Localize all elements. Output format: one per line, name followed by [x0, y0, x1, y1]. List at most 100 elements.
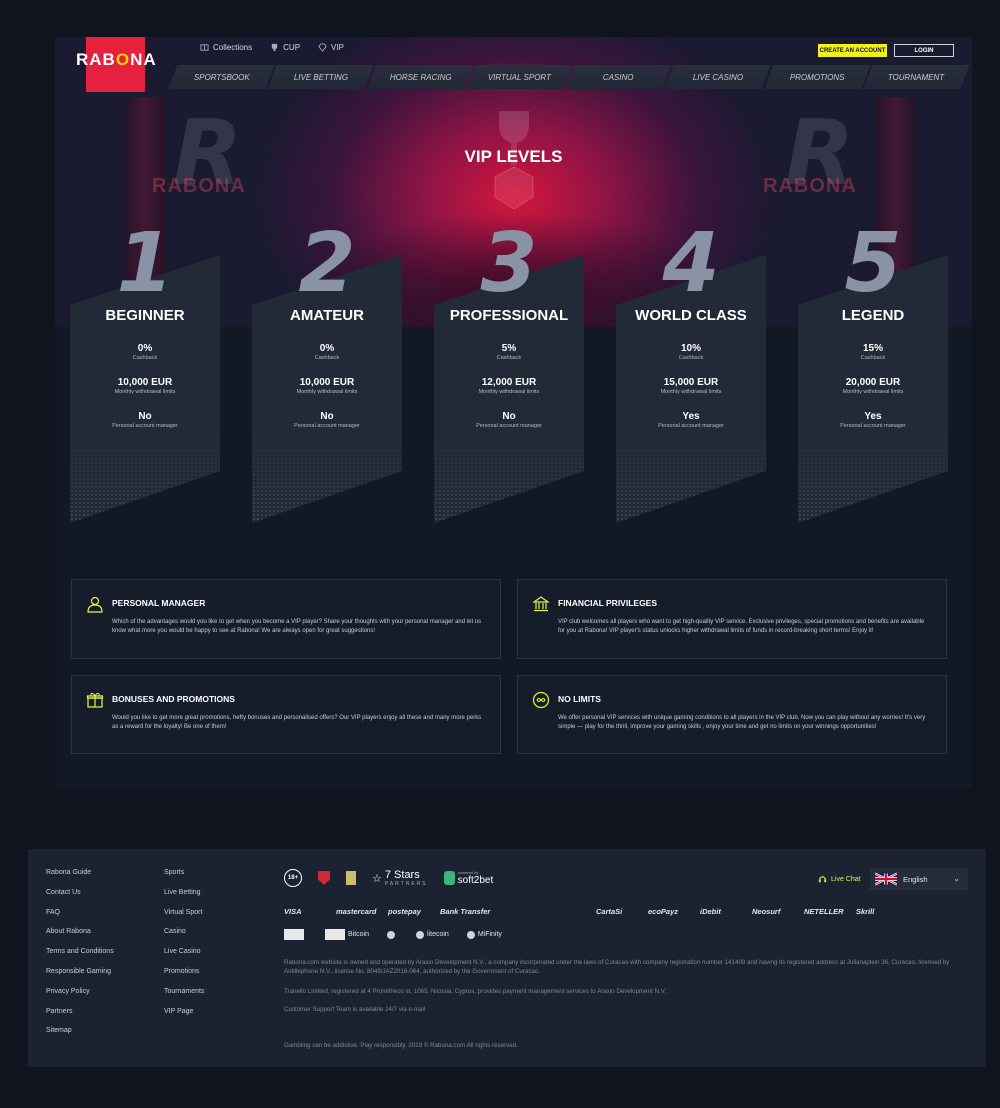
payment-logo: [284, 929, 307, 940]
payment-logo-label: MiFinity: [477, 931, 502, 938]
soft2bet-name: soft2bet: [457, 875, 494, 886]
stat-value: 15,000 EUR: [663, 377, 719, 388]
logo-text-part: NA: [130, 50, 157, 69]
nav-item[interactable]: VIRTUAL SPORT: [466, 65, 573, 89]
stat-account-manager: Yes Personal account manager: [798, 411, 948, 429]
payment-logo: mastercard: [336, 907, 377, 916]
footer-link[interactable]: Sitemap: [46, 1027, 114, 1034]
feature-body: Which of the advantages would you like t…: [112, 619, 482, 634]
chevron-down-icon: ⌄: [953, 874, 960, 883]
nav-item[interactable]: HORSE RACING: [367, 65, 474, 89]
feature-panel: PERSONAL MANAGER Which of the advantages…: [71, 579, 501, 659]
gift-icon: [86, 692, 104, 708]
payment-logo-icon: [284, 929, 304, 940]
language-select[interactable]: English ⌄: [870, 868, 968, 890]
top-link-label: CUP: [283, 43, 301, 52]
stat-value: 5%: [501, 343, 517, 354]
footer-link[interactable]: VIP Page: [164, 1008, 204, 1015]
footer-link[interactable]: Tournaments: [164, 988, 204, 995]
stat-value: No: [502, 411, 516, 422]
level-number: 1: [70, 223, 220, 305]
stat-value: 0%: [137, 343, 153, 354]
top-link-cup[interactable]: CUP: [270, 43, 300, 52]
nav-item-label: TOURNAMENT: [888, 72, 945, 82]
create-account-button[interactable]: CREATE AN ACCOUNT: [818, 44, 887, 57]
cup-icon: [271, 43, 278, 52]
payment-logo-icon: [387, 930, 396, 939]
top-link-label: Collections: [213, 43, 253, 52]
level-card: 3 PROFESSIONAL 5% Cashback 12,000 EUR Mont…: [434, 223, 584, 523]
level-card: 1 BEGINNER 0% Cashback 10,000 EUR Monthly …: [70, 223, 220, 523]
nav-item-label: LIVE BETTING: [293, 72, 348, 82]
stat-account-manager: No Personal account manager: [434, 411, 584, 429]
footer-link[interactable]: About Rabona: [46, 928, 114, 935]
stat-value: 10,000 EUR: [299, 377, 355, 388]
feature-title: BONUSES AND PROMOTIONS: [112, 694, 235, 704]
footer-link[interactable]: Virtual Sport: [164, 909, 204, 916]
level-name: PROFESSIONAL: [449, 307, 569, 324]
soft2bet-logo: powered by soft2bet: [443, 870, 494, 886]
soft2bet-text: powered by soft2bet: [458, 870, 494, 886]
manager-icon: [87, 596, 103, 613]
stat-label: Monthly withdrawal limits: [296, 389, 358, 395]
live-chat-label: Live Chat: [831, 876, 861, 883]
level-number-text: 5: [844, 216, 902, 311]
footer-link[interactable]: Responsible Gaming: [46, 968, 114, 975]
stat-withdrawal-limit: 10,000 EUR Monthly withdrawal limits: [252, 377, 402, 395]
footer-link[interactable]: Privacy Policy: [46, 988, 114, 995]
no-limits-icon: [532, 691, 550, 709]
seven-stars-name: 7 Stars: [384, 869, 420, 881]
nav-item[interactable]: PROMOTIONS: [764, 65, 871, 89]
logo-text-part: O: [115, 50, 131, 69]
level-card: 4 WORLD CLASS 10% Cashback 15,000 EUR Mont…: [616, 223, 766, 523]
shield-badge-icon: [318, 871, 330, 885]
nav-item[interactable]: CASINO: [565, 65, 672, 89]
footer-link[interactable]: Promotions: [164, 968, 204, 975]
stat-value: 10%: [680, 343, 701, 354]
page: R R RABONA RABONA Collections CUP VIP CR…: [55, 37, 972, 789]
payment-logo-label: Bitcoin: [348, 931, 370, 938]
login-button[interactable]: LOGIN: [894, 44, 954, 57]
stat-label: Personal account manager: [476, 423, 542, 429]
stat-label: Personal account manager: [294, 423, 360, 429]
top-link-vip[interactable]: VIP: [318, 43, 344, 52]
footer-link[interactable]: Casino: [164, 928, 204, 935]
payment-logo: MiFinity: [466, 930, 502, 939]
logo-text-part: RAB: [76, 50, 116, 69]
nav-item[interactable]: LIVE CASINO: [664, 65, 771, 89]
nav-item[interactable]: TOURNAMENT: [863, 65, 970, 89]
level-number: 4: [616, 223, 766, 305]
stat-account-manager: Yes Personal account manager: [616, 411, 766, 429]
footer-link[interactable]: Rabona Guide: [46, 869, 114, 876]
footer-link[interactable]: Terms and Conditions: [46, 948, 114, 955]
headset-icon: [818, 876, 827, 883]
nav-item[interactable]: SPORTSBOOK: [168, 65, 275, 89]
live-chat-button[interactable]: Live Chat: [818, 875, 861, 884]
payment-logo: Skrill: [856, 907, 875, 916]
payment-logo: iDebit: [700, 907, 721, 916]
footer-link[interactable]: Live Betting: [164, 889, 204, 896]
uk-flag-icon: [875, 872, 897, 886]
level-card: 5 LEGEND 15% Cashback 20,000 EUR Monthly w…: [798, 223, 948, 523]
footer-link[interactable]: Partners: [46, 1008, 114, 1015]
stat-label: Cashback: [678, 355, 704, 361]
legal-text: Tranello Limited, registered at 4 Promit…: [284, 988, 666, 995]
payment-logo: litecoin: [416, 930, 449, 939]
level-number-text: 2: [298, 216, 356, 311]
seven-stars-sub: PARTNERS: [384, 881, 428, 887]
stat-label: Personal account manager: [840, 423, 906, 429]
footer: Rabona Guide Contact Us FAQ About Rabona Ter…: [28, 849, 986, 1067]
top-link-collections[interactable]: Collections: [200, 43, 252, 52]
payment-logo-icon: [466, 930, 475, 939]
logo-text[interactable]: RABONA: [76, 50, 157, 70]
level-name: BEGINNER: [105, 307, 185, 324]
payment-logo: [387, 930, 398, 939]
footer-link[interactable]: Sports: [164, 869, 204, 876]
star-icon: ☆: [372, 872, 382, 885]
footer-link[interactable]: Contact Us: [46, 889, 114, 896]
feature-panel: BONUSES AND PROMOTIONS Would you like to…: [71, 675, 501, 754]
footer-link[interactable]: FAQ: [46, 909, 114, 916]
footer-link[interactable]: Live Casino: [164, 948, 204, 955]
nav-item[interactable]: LIVE BETTING: [267, 65, 374, 89]
feature-panel: NO LIMITS We offer personal VIP services…: [517, 675, 947, 754]
